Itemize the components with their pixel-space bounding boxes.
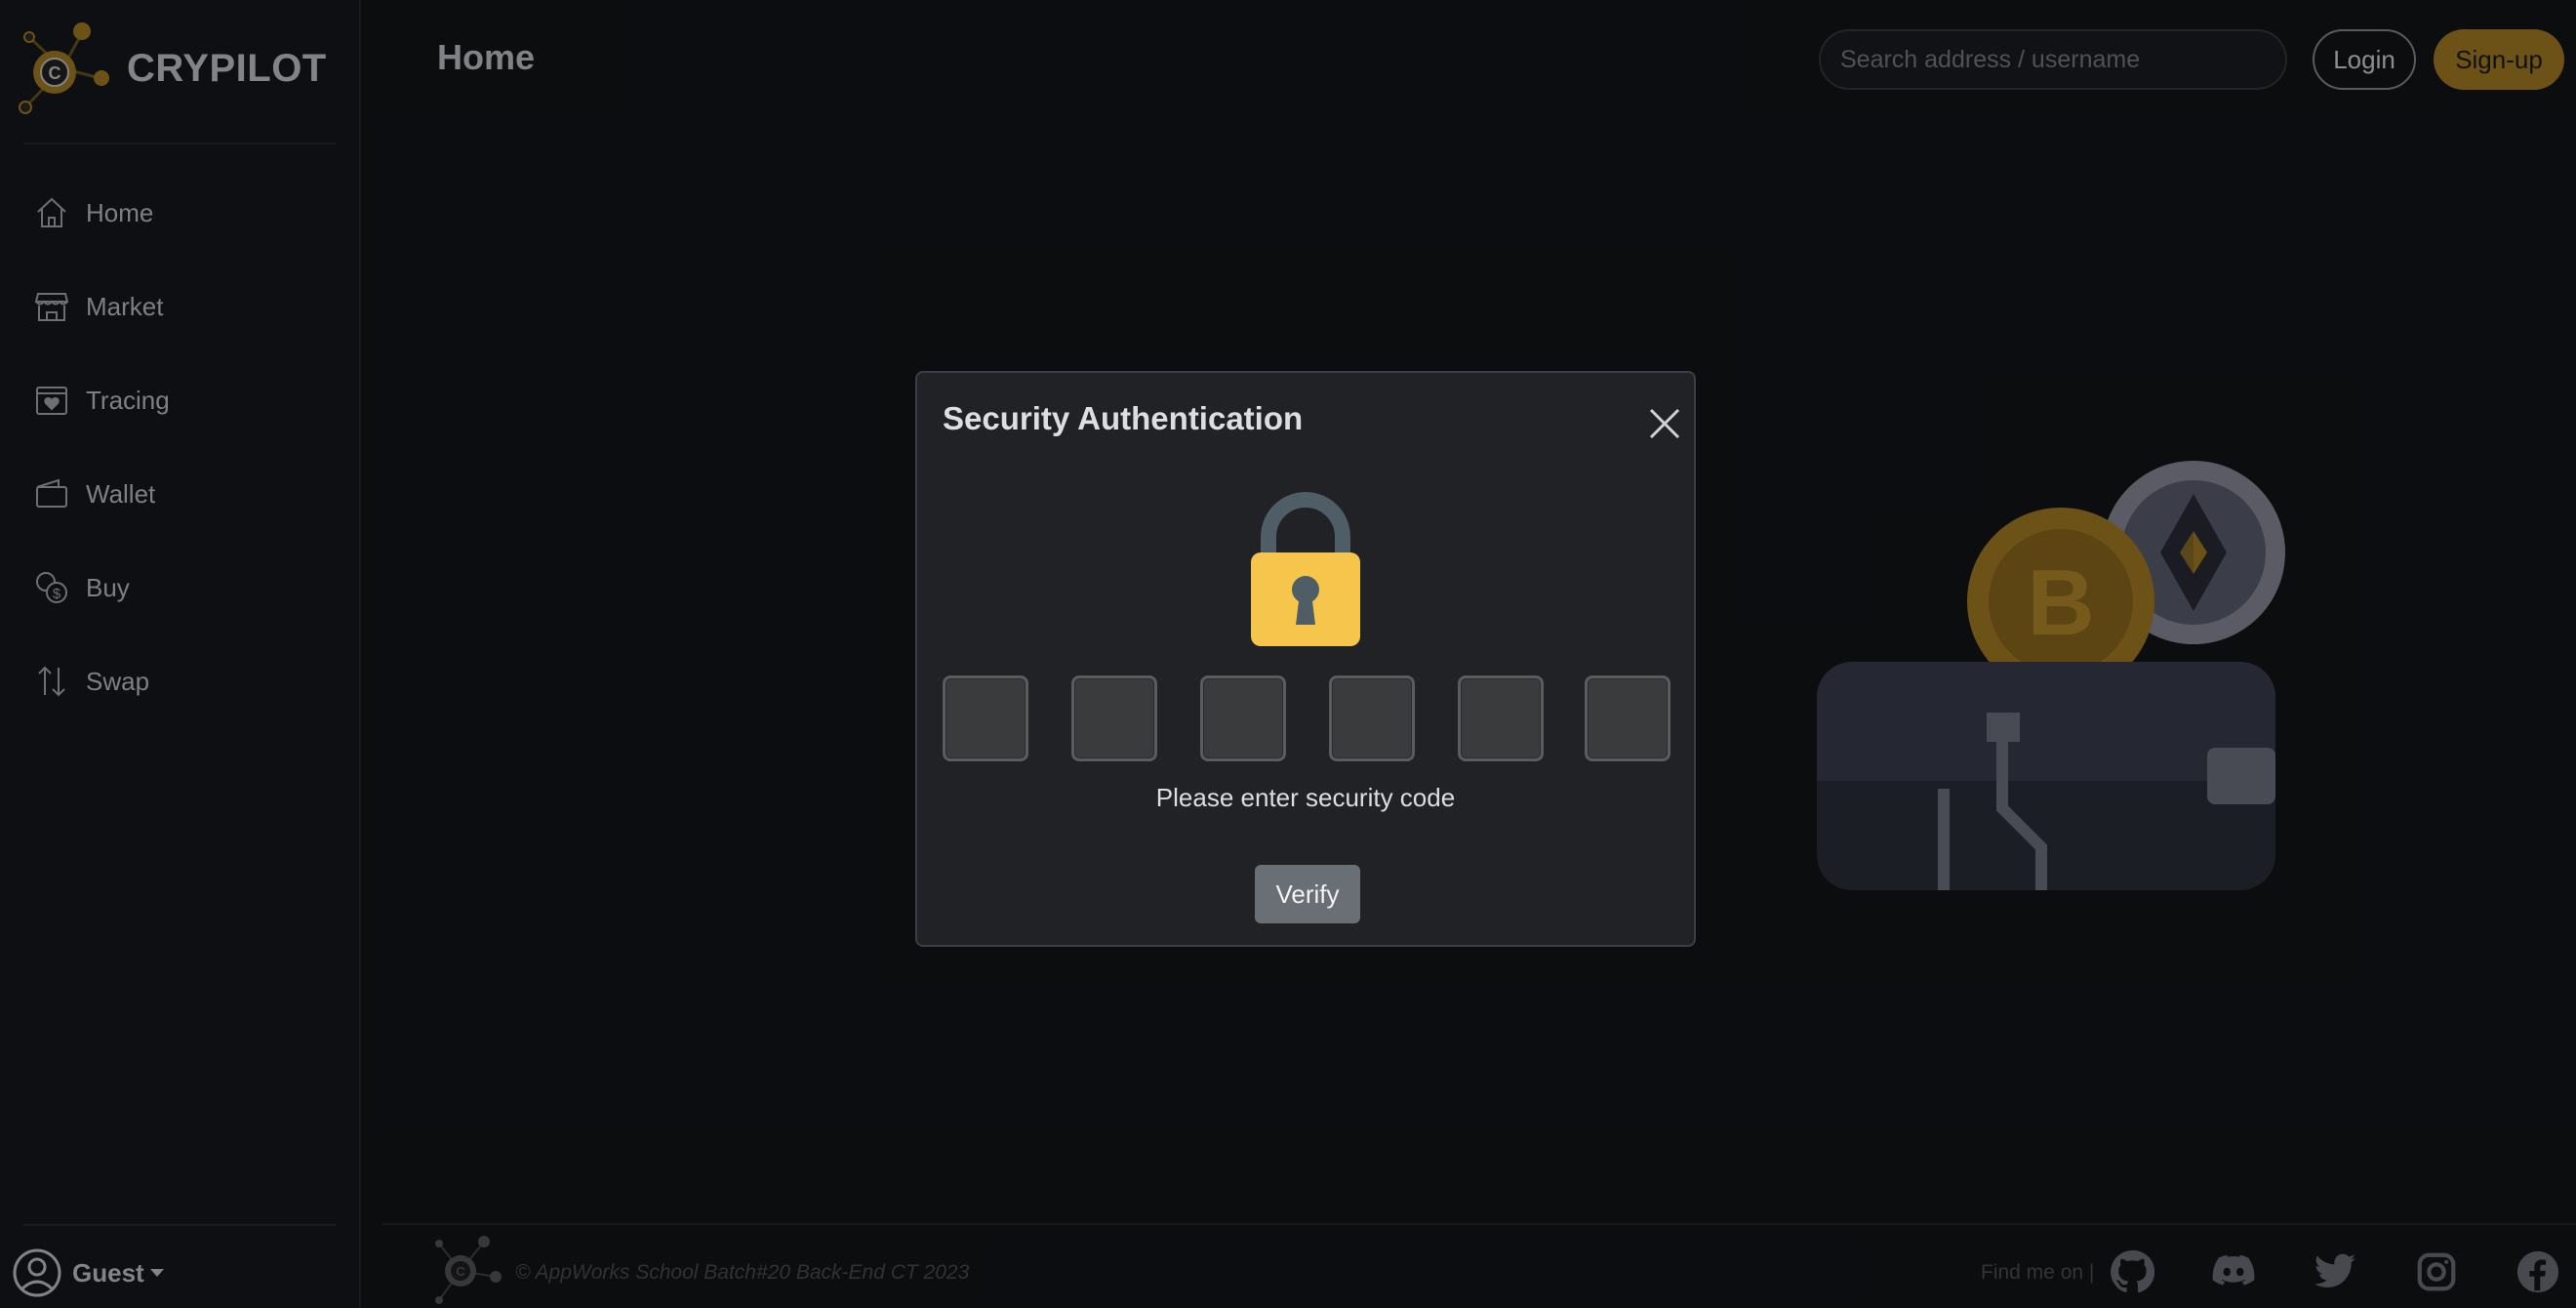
code-digit-input[interactable] — [1458, 675, 1544, 761]
code-digit-input[interactable] — [943, 675, 1028, 761]
security-code-inputs — [943, 675, 1670, 763]
code-digit-input[interactable] — [1071, 675, 1157, 761]
security-auth-modal: Security Authentication Please enter sec… — [915, 371, 1696, 947]
verify-button[interactable]: Verify — [1255, 865, 1360, 923]
lock-icon — [1251, 492, 1360, 646]
code-digit-input[interactable] — [1585, 675, 1670, 761]
security-code-hint: Please enter security code — [1155, 783, 1456, 812]
close-icon[interactable] — [1643, 402, 1686, 445]
code-digit-input[interactable] — [1200, 675, 1286, 761]
code-digit-input[interactable] — [1329, 675, 1415, 761]
modal-title: Security Authentication — [943, 400, 1304, 436]
